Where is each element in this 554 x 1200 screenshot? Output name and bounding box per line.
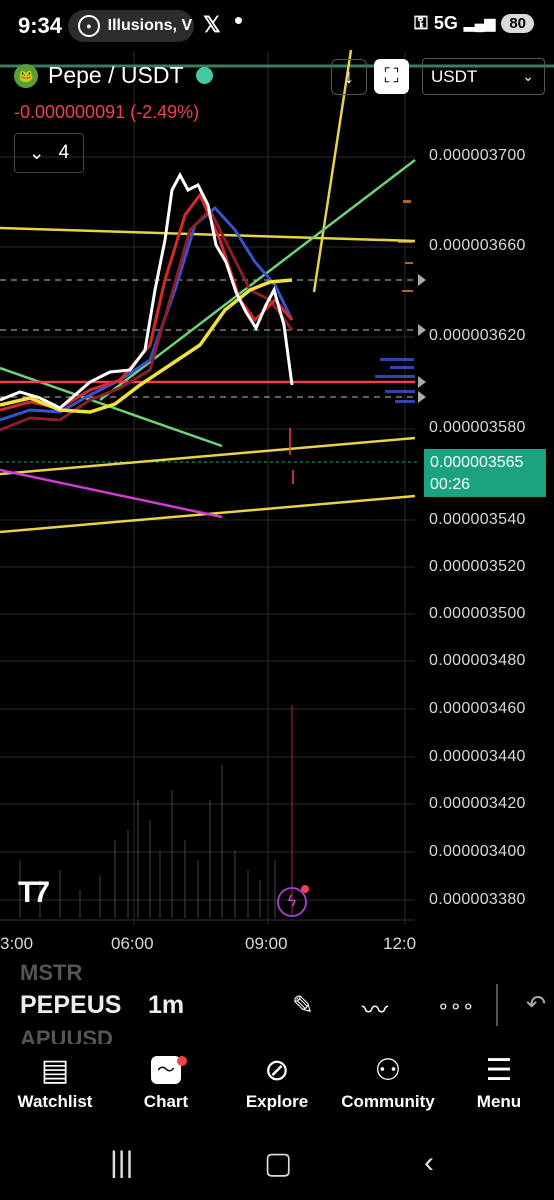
volume-bars [19,765,276,918]
fullscreen-icon: ⛶ [384,65,399,87]
time-axis-label: 3:00 [0,934,34,953]
indicator-count: 4 [58,142,70,163]
tab-menu[interactable]: ☰ Menu [444,1048,554,1112]
candle-countdown: 00:26 [430,476,471,493]
price-axis-label: 0.000003620 [429,327,526,344]
pepe-logo-icon: 🐸 [14,63,38,88]
tab-label: Community [341,1092,435,1111]
tab-label: Chart [143,1092,189,1111]
pair-header[interactable]: 🐸 Pepe / USDT [14,62,213,89]
tab-label: Watchlist [17,1092,93,1111]
ma-red [0,192,294,412]
symbol-next[interactable]: APUUSD [20,1026,113,1044]
chevron-down-icon: ⌄ [522,68,534,84]
price-axis-label: 0.000003420 [429,795,526,812]
price-axis-label: 0.000003440 [429,748,526,765]
market-open-indicator [195,67,213,84]
bolt-icon: ϟ [287,893,297,910]
notification-badge [301,885,309,893]
price-axis-label: 0.000003380 [429,891,526,908]
download-button[interactable]: ↓ [331,59,367,95]
menu-icon: ☰ [485,1053,513,1087]
price-axis-label: 0.000003580 [429,419,526,436]
people-icon: ⚇ [374,1053,402,1087]
interval-selector[interactable]: 1m [148,991,184,1020]
tradingview-logo: T7 [18,876,50,909]
price-axis-label: 0.000003540 [429,511,526,528]
chart-icon: 〜 [111,1048,221,1092]
toolbar-divider [496,984,498,1026]
compass-icon: ⊘ [264,1053,290,1087]
trend-line-magenta [0,468,223,519]
price-axis-label: 0.000003480 [429,652,526,669]
price-axis-label: 0.000003460 [429,700,526,717]
home-icon[interactable]: ▢ [264,1146,292,1181]
system-nav-bar: ||| ▢ ‹ [0,1128,554,1200]
bolt-button[interactable]: ϟ [277,885,309,917]
indicators-icon[interactable]: 〰 [362,990,388,1027]
time-axis-label: 06:00 [111,934,154,953]
chevron-down-icon: ⌄ [28,142,45,164]
current-price-badge: 0.000003565 00:26 [424,449,546,497]
back-icon[interactable]: ‹ [424,1146,434,1180]
tab-explore[interactable]: ⊘ Explore [222,1048,332,1112]
tab-chart[interactable]: 〜 Chart [111,1048,221,1112]
symbol-current[interactable]: PEPEUS [20,991,121,1020]
current-price-value: 0.000003565 [430,454,524,471]
recent-apps-icon[interactable]: ||| [110,1146,133,1180]
trend-line-yellow [0,226,416,243]
symbol-picker[interactable]: MSTR PEPEUS APUUSD [20,964,130,1044]
tab-label: Menu [476,1092,522,1111]
symbol-previous[interactable]: MSTR [20,964,82,986]
tab-watchlist[interactable]: ▤ Watchlist [0,1048,110,1112]
arrow-down-icon: ↓ [344,65,354,88]
chart-toolbar: MSTR PEPEUS APUUSD 1m ✎ 〰 ∘∘∘ ↶ [0,964,554,1044]
indicators-toggle-button[interactable]: ⌄ 4 [14,133,84,173]
price-axis-label: 0.000003500 [429,605,526,622]
currency-value: USDT [431,66,478,86]
price-axis-label: 0.000003660 [429,237,526,254]
currency-select[interactable]: USDT ⌄ [422,58,545,95]
tab-community[interactable]: ⚇ Community [333,1048,443,1112]
pencil-icon[interactable]: ✎ [292,990,314,1021]
chart-notification-badge [177,1056,187,1066]
undo-icon[interactable]: ↶ [526,990,546,1019]
fullscreen-button[interactable]: ⛶ [374,59,409,94]
tab-label: Explore [245,1092,309,1111]
pair-title: Pepe / USDT [48,62,184,88]
book-icon: ▤ [40,1053,70,1087]
trend-line-yellow [0,436,416,476]
price-axis-label: 0.000003400 [429,843,526,860]
time-axis-label: 12:0 [383,934,417,953]
more-icon[interactable]: ∘∘∘ [437,994,475,1019]
time-axis-label: 09:00 [245,934,288,953]
tab-bar: ▤ Watchlist 〜 Chart ⊘ Explore ⚇ Communit… [0,1048,554,1128]
axis-markers [418,274,426,403]
price-axis-label: 0.000003520 [429,558,526,575]
price-change: -0.000000091 (-2.49%) [14,102,200,122]
price-axis-label: 0.000003700 [429,147,526,164]
